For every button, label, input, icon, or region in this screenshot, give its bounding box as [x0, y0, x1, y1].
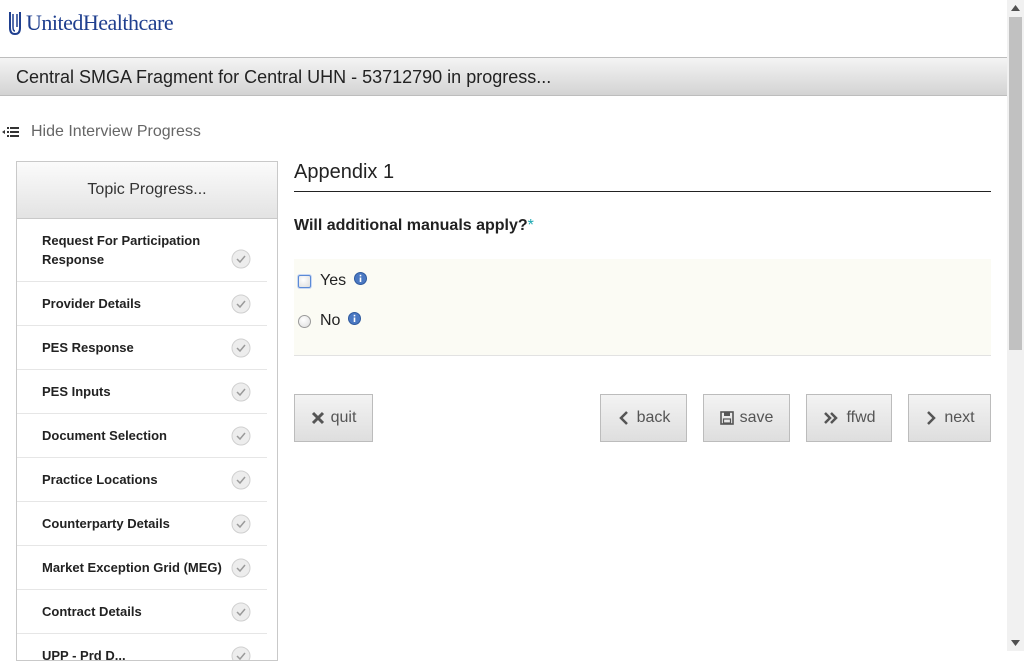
back-button[interactable]: back: [600, 394, 687, 442]
scrollbar-thumb[interactable]: [1009, 17, 1022, 350]
topic-item-label: UPP - Prd D...: [42, 648, 126, 661]
topic-progress-header: Topic Progress...: [17, 162, 277, 219]
back-button-label: back: [637, 409, 671, 427]
topic-item-upp[interactable]: UPP - Prd D...: [17, 634, 267, 661]
next-button-label: next: [944, 409, 974, 427]
logo-text: UnitedHealthcare: [26, 10, 173, 36]
topic-item-request-for-participation-response[interactable]: Request For Participation Response: [17, 219, 267, 282]
page-title: Central SMGA Fragment for Central UHN - …: [16, 67, 551, 88]
interview-main: Appendix 1 Will additional manuals apply…: [294, 161, 991, 356]
logo-shield-icon: [8, 10, 22, 36]
close-icon: [311, 411, 325, 425]
topic-item-pes-response[interactable]: PES Response: [17, 326, 267, 370]
section-title: Appendix 1: [294, 161, 991, 192]
topic-item-label: Document Selection: [42, 428, 167, 443]
check-complete-icon: [231, 646, 251, 661]
topic-item-label: Practice Locations: [42, 472, 158, 487]
topic-item-label: Market Exception Grid (MEG): [42, 560, 222, 575]
option-no[interactable]: No: [298, 312, 361, 330]
topic-progress-panel: Topic Progress... Request For Participat…: [16, 161, 278, 661]
save-button-label: save: [740, 409, 774, 427]
topic-item-label: PES Inputs: [42, 384, 111, 399]
save-button[interactable]: save: [703, 394, 790, 442]
navigation-buttons: quit back save ffwd next: [294, 394, 991, 442]
option-yes[interactable]: Yes: [298, 272, 367, 290]
next-button[interactable]: next: [908, 394, 991, 442]
menu-collapse-icon: [2, 125, 20, 139]
check-complete-icon: [231, 249, 251, 269]
check-complete-icon: [231, 602, 251, 622]
answer-options: Yes No: [294, 259, 991, 356]
info-icon[interactable]: [354, 272, 367, 285]
ffwd-button-label: ffwd: [846, 409, 875, 427]
check-complete-icon: [231, 338, 251, 358]
scroll-up-arrow-icon[interactable]: [1011, 5, 1020, 11]
question-label: Will additional manuals apply?*: [294, 217, 991, 235]
floppy-disk-icon: [720, 411, 734, 425]
option-no-label[interactable]: No: [320, 312, 340, 330]
check-complete-icon: [231, 382, 251, 402]
unitedhealthcare-logo: UnitedHealthcare: [8, 10, 173, 36]
radio-no[interactable]: [298, 315, 311, 328]
topic-item-label: Provider Details: [42, 296, 141, 311]
option-yes-label[interactable]: Yes: [320, 272, 346, 290]
topic-item-provider-details[interactable]: Provider Details: [17, 282, 267, 326]
check-complete-icon: [231, 294, 251, 314]
double-chevron-right-icon: [822, 411, 840, 425]
topic-item-document-selection[interactable]: Document Selection: [17, 414, 267, 458]
topic-item-practice-locations[interactable]: Practice Locations: [17, 458, 267, 502]
topic-item-market-exception-grid[interactable]: Market Exception Grid (MEG): [17, 546, 267, 590]
ffwd-button[interactable]: ffwd: [806, 394, 892, 442]
title-bar: Central SMGA Fragment for Central UHN - …: [0, 57, 1007, 96]
hide-interview-progress-toggle[interactable]: Hide Interview Progress: [2, 123, 201, 141]
topic-item-pes-inputs[interactable]: PES Inputs: [17, 370, 267, 414]
scroll-down-arrow-icon[interactable]: [1011, 640, 1020, 646]
topic-item-label: PES Response: [42, 340, 134, 355]
check-complete-icon: [231, 426, 251, 446]
chevron-left-icon: [617, 411, 631, 425]
chevron-right-icon: [924, 411, 938, 425]
topic-item-label: Request For Participation Response: [42, 231, 222, 269]
check-complete-icon: [231, 470, 251, 490]
check-complete-icon: [231, 558, 251, 578]
topic-item-counterparty-details[interactable]: Counterparty Details: [17, 502, 267, 546]
topic-item-contract-details[interactable]: Contract Details: [17, 590, 267, 634]
topic-item-label: Contract Details: [42, 604, 142, 619]
topic-item-label: Counterparty Details: [42, 516, 170, 531]
hide-interview-progress-label: Hide Interview Progress: [31, 123, 201, 141]
logo-bar: UnitedHealthcare: [0, 0, 1007, 57]
quit-button[interactable]: quit: [294, 394, 373, 442]
radio-yes[interactable]: [298, 275, 311, 288]
vertical-scrollbar[interactable]: [1007, 0, 1024, 651]
question-text: Will additional manuals apply?: [294, 217, 528, 234]
required-marker: *: [528, 217, 534, 234]
info-icon[interactable]: [348, 312, 361, 325]
check-complete-icon: [231, 514, 251, 534]
quit-button-label: quit: [331, 409, 357, 427]
